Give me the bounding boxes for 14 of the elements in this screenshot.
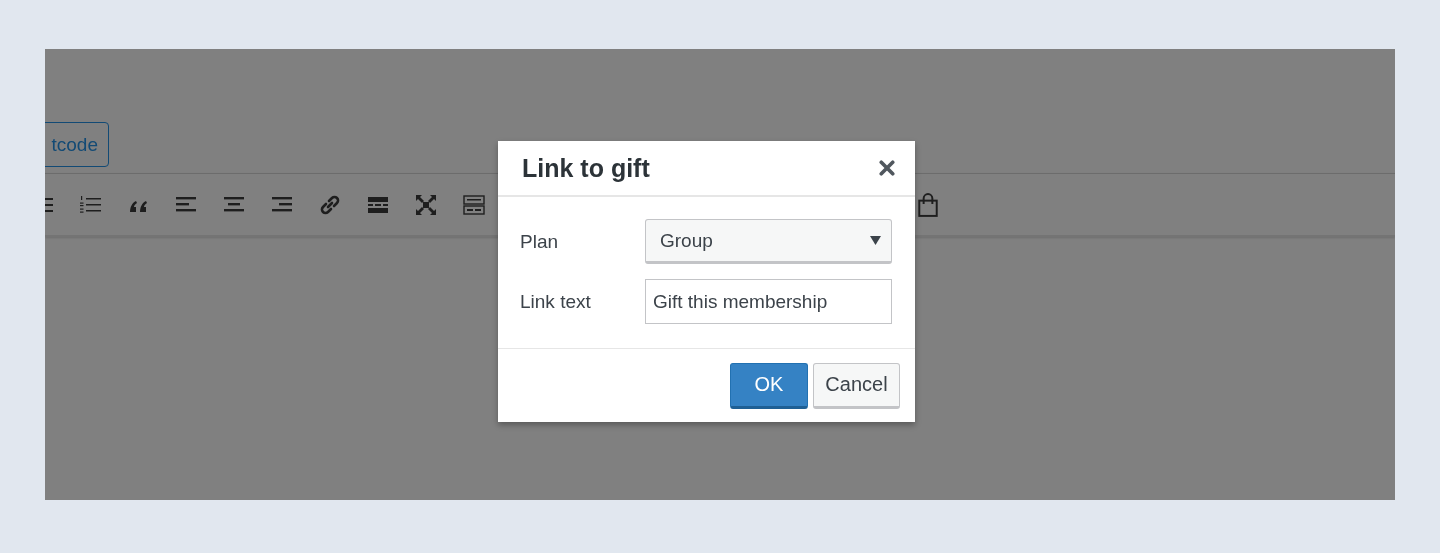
plan-dropdown[interactable]: Group (645, 219, 892, 264)
fullscreen-icon[interactable] (415, 193, 437, 216)
field-label: Plan (520, 230, 560, 253)
link-text-field[interactable]: Gift this membership (645, 279, 892, 324)
cancel-button[interactable]: Cancel (813, 362, 900, 409)
link-icon[interactable] (319, 193, 341, 216)
dialog-title: Link to gift (522, 153, 650, 183)
keyboard-icon[interactable] (463, 193, 485, 216)
caret-icon (870, 236, 881, 245)
field-label: Link text (520, 290, 592, 313)
ok-button[interactable]: OK (730, 362, 808, 409)
numbered-list-icon[interactable] (79, 193, 101, 216)
shopping-bag-icon[interactable] (916, 191, 940, 218)
close-icon[interactable] (879, 160, 895, 176)
